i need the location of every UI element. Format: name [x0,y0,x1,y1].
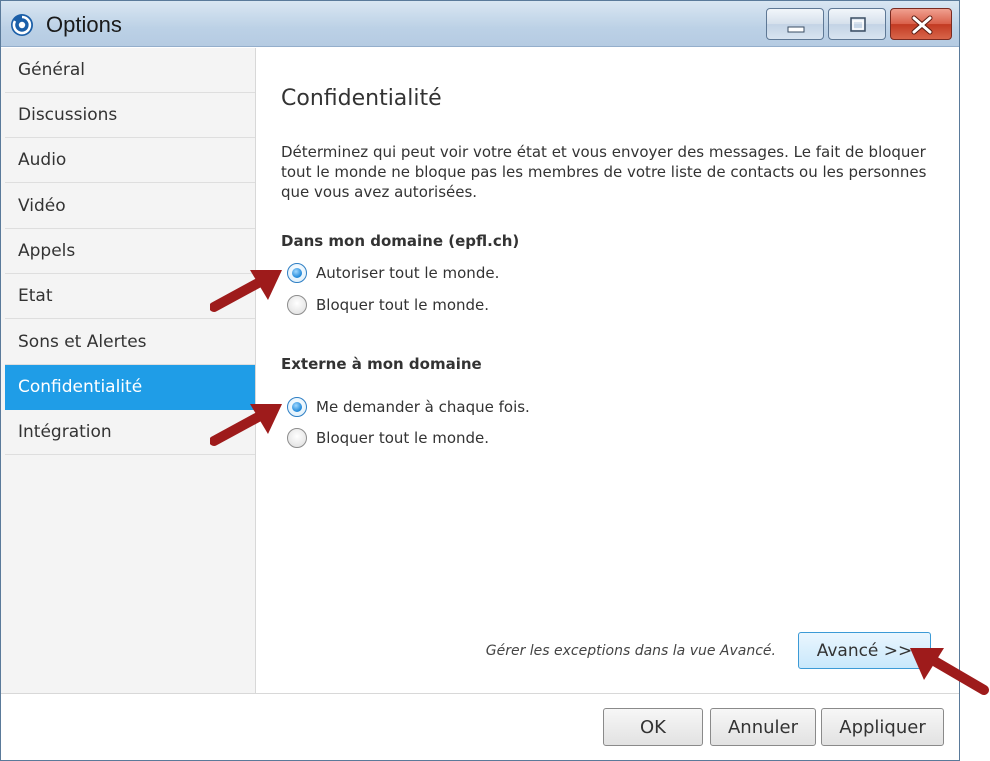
sidebar-item-calls[interactable]: Appels [5,229,255,274]
sidebar-item-status[interactable]: Etat [5,274,255,319]
lync-logo-icon [11,14,33,36]
external-ask-each-time-radio[interactable]: Me demander à chaque fois. [287,395,530,419]
title-bar[interactable]: Options [1,1,959,47]
exceptions-note: Gérer les exceptions dans la vue Avancé. [485,643,776,659]
sidebar-item-audio[interactable]: Audio [5,138,255,183]
maximize-icon [850,17,866,32]
cancel-button[interactable]: Annuler [710,708,816,746]
dialog-footer: OK Annuler Appliquer [1,693,959,760]
radio-unchecked-icon [287,295,307,315]
advanced-button[interactable]: Avancé >> [798,632,931,669]
sidebar-nav: Général Discussions Audio Vidéo Appels E… [1,48,256,693]
sidebar-item-discussions[interactable]: Discussions [5,93,255,138]
radio-label: Bloquer tout le monde. [316,429,490,447]
sidebar-item-sounds-alerts[interactable]: Sons et Alertes [5,320,255,365]
internal-block-all-radio[interactable]: Bloquer tout le monde. [287,293,489,317]
radio-label: Autoriser tout le monde. [316,264,500,282]
internal-allow-all-radio[interactable]: Autoriser tout le monde. [287,261,499,285]
external-block-all-radio[interactable]: Bloquer tout le monde. [287,426,489,450]
radio-checked-icon [287,397,307,417]
sidebar-item-video[interactable]: Vidéo [5,184,255,229]
radio-checked-icon [287,263,307,283]
minimize-icon [787,26,805,33]
close-icon [911,15,933,35]
radio-unchecked-icon [287,428,307,448]
ok-button[interactable]: OK [603,708,703,746]
window-title: Options [46,12,122,37]
content-panel: Confidentialité Déterminez qui peut voir… [257,48,959,693]
sidebar-item-integration[interactable]: Intégration [5,410,255,455]
internal-domain-heading: Dans mon domaine (epfl.ch) [281,232,520,250]
radio-label: Bloquer tout le monde. [316,296,490,314]
radio-label: Me demander à chaque fois. [316,398,530,416]
page-title: Confidentialité [281,86,442,111]
close-button[interactable] [890,8,952,40]
maximize-button[interactable] [828,8,886,40]
minimize-button[interactable] [766,8,824,40]
sidebar-item-general[interactable]: Général [5,48,255,93]
options-window: Options Général Discussions Audio Vidéo … [0,0,960,761]
apply-button[interactable]: Appliquer [821,708,944,746]
privacy-description: Déterminez qui peut voir votre état et v… [281,143,927,201]
external-domain-heading: Externe à mon domaine [281,355,482,373]
sidebar-item-privacy[interactable]: Confidentialité [5,365,255,410]
